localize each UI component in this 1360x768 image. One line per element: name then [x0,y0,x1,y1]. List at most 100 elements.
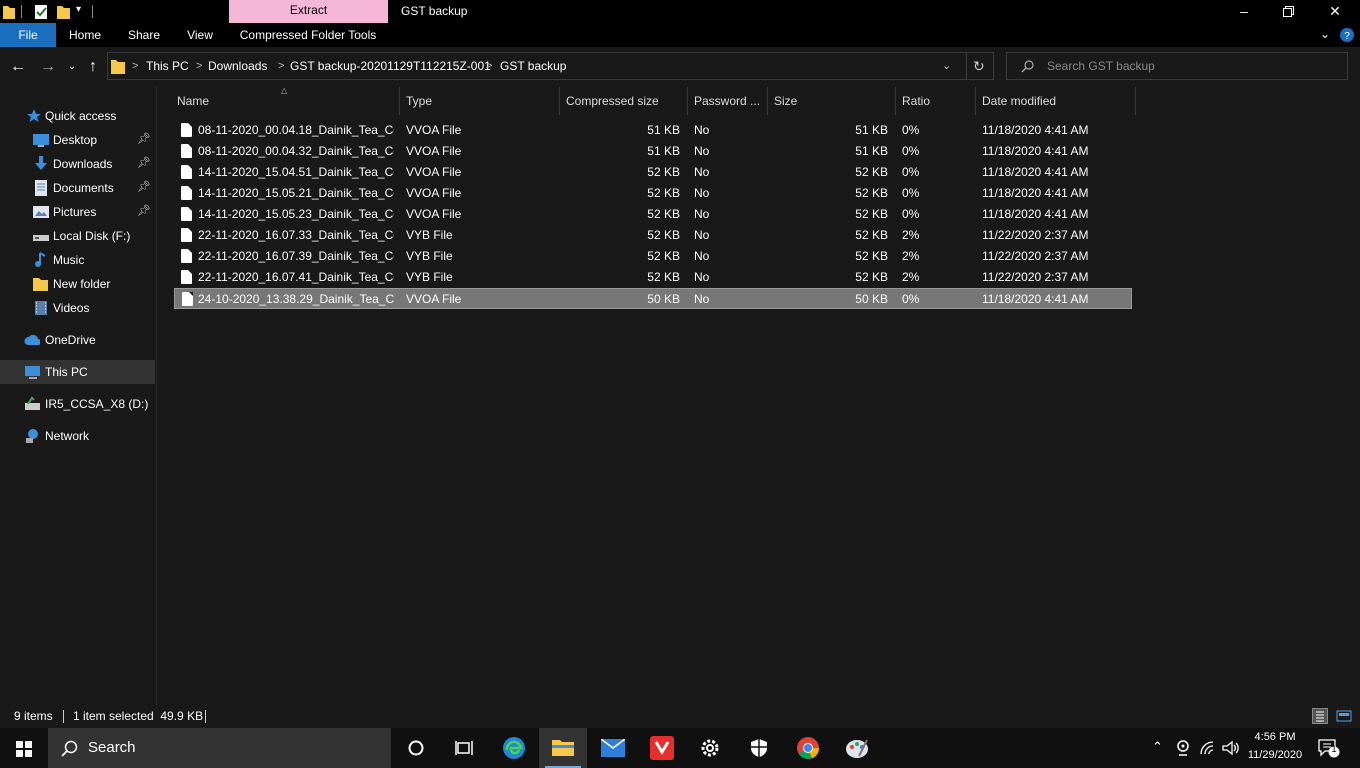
file-row-selected[interactable]: 24-10-2020_13.38.29_Dainik_Tea_Co... VVO… [174,288,1132,309]
cortana-button[interactable] [392,728,440,768]
nav-label: IR5_CCSA_X8 (D:) [45,397,149,411]
column-ratio[interactable]: Ratio [895,87,976,115]
file-ratio: 2% [902,270,920,284]
tab-file[interactable]: File [0,23,56,47]
file-row[interactable]: 14-11-2020_15.05.21_Dainik_Tea_Co... VVO… [174,183,1132,204]
breadcrumb-downloads[interactable]: Downloads [208,53,267,79]
nav-drive-d[interactable]: IR5_CCSA_X8 (D:) [0,392,155,416]
webcam-icon[interactable] [1176,740,1190,756]
column-compressed-size[interactable]: Compressed size [559,87,688,115]
recent-locations-chevron-icon[interactable]: ⌄ [62,57,82,77]
vyapar-app[interactable] [638,728,686,768]
minimize-button[interactable]: – [1221,0,1267,23]
nav-label: This PC [45,365,88,379]
mail-app[interactable] [589,728,637,768]
pin-icon[interactable]: 📌︎ [137,156,151,169]
file-icon [181,270,192,284]
contextual-tab-extract[interactable]: Extract [229,0,388,23]
pin-icon[interactable]: 📌︎ [137,204,151,217]
file-row[interactable]: 08-11-2020_00.04.18_Dainik_Tea_Co... VVO… [174,120,1132,141]
volume-icon[interactable] [1222,740,1240,756]
task-view-button[interactable] [440,728,488,768]
file-row[interactable]: 08-11-2020_00.04.32_Dainik_Tea_Co... VVO… [174,141,1132,162]
nav-item-downloads[interactable]: Downloads 📌︎ [0,152,155,176]
nav-network[interactable]: Network [0,424,155,448]
paint-app[interactable] [833,728,881,768]
file-size: 50 KB [855,292,888,306]
column-name[interactable]: Name [170,87,400,115]
windows-start-icon[interactable] [16,741,32,757]
new-folder-icon[interactable] [57,4,70,19]
nav-item-desktop[interactable]: Desktop 📌︎ [0,128,155,152]
restore-button[interactable] [1266,0,1312,23]
column-password[interactable]: Password ... [687,87,768,115]
nav-item-new-folder[interactable]: New folder [0,272,155,296]
forward-button[interactable]: → [38,57,58,77]
breadcrumb-gst-backup-archive[interactable]: GST backup-20201129T112215Z-001 [290,53,491,79]
tab-home[interactable]: Home [62,23,108,47]
chevron-down-icon[interactable]: ⌄ [1320,27,1330,41]
address-bar[interactable]: > This PC > Downloads > GST backup-20201… [107,52,994,80]
chrome-app[interactable] [784,728,832,768]
search-placeholder[interactable]: Search GST backup [1047,53,1155,79]
column-size[interactable]: Size [767,87,896,115]
breadcrumb-separator[interactable]: > [132,53,138,79]
file-name: 22-11-2020_16.07.33_Dainik_Tea_Co... [198,228,394,242]
nav-item-videos[interactable]: Videos [0,296,155,320]
file-explorer-app[interactable] [539,728,587,768]
breadcrumb-separator[interactable]: > [196,53,202,79]
nav-onedrive[interactable]: OneDrive [0,328,155,352]
address-dropdown-chevron-icon[interactable]: ⌄ [942,53,951,79]
file-row[interactable]: 14-11-2020_15.05.23_Dainik_Tea_Co... VVO… [174,204,1132,225]
file-row[interactable]: 22-11-2020_16.07.39_Dainik_Tea_Co... VYB… [174,246,1132,267]
clock-date[interactable]: 11/29/2020 [1244,749,1306,761]
nav-item-pictures[interactable]: Pictures 📌︎ [0,200,155,224]
task-view-icon [455,741,473,755]
close-button[interactable]: ✕ [1312,0,1358,23]
nav-quick-access[interactable]: Quick access [0,104,155,128]
search-box[interactable]: Search GST backup [1006,52,1348,80]
breadcrumb-separator[interactable]: > [486,53,492,79]
taskbar-search-box[interactable]: Search [48,728,391,768]
folder-icon[interactable] [3,4,15,19]
column-date-modified[interactable]: Date modified [975,87,1136,115]
cortana-icon [408,740,424,756]
details-view-button[interactable] [1312,708,1328,724]
window-title: GST backup [401,4,468,18]
breadcrumb-gst-backup[interactable]: GST backup [500,53,566,79]
tab-compressed-folder-tools[interactable]: Compressed Folder Tools [234,23,382,47]
show-hidden-icons-chevron-icon[interactable]: ⌃ [1152,739,1163,755]
breadcrumb-separator[interactable]: > [278,53,284,79]
nav-item-local-disk-f[interactable]: Local Disk (F:) [0,224,155,248]
item-count: 9 items [14,709,53,723]
nav-item-music[interactable]: Music [0,248,155,272]
large-icons-view-button[interactable] [1336,709,1352,723]
nav-item-documents[interactable]: Documents 📌︎ [0,176,155,200]
tab-view[interactable]: View [180,23,220,47]
customize-qat-icon[interactable]: ▾ [76,4,81,15]
column-type[interactable]: Type [399,87,560,115]
wifi-icon[interactable] [1199,740,1215,756]
file-row[interactable]: 14-11-2020_15.04.51_Dainik_Tea_Co... VVO… [174,162,1132,183]
breadcrumb-this-pc[interactable]: This PC [146,53,189,79]
file-row[interactable]: 22-11-2020_16.07.41_Dainik_Tea_Co... VYB… [174,267,1132,288]
refresh-icon[interactable]: ↻ [973,53,985,79]
file-icon [181,165,192,179]
properties-icon[interactable] [35,4,48,19]
settings-app[interactable] [686,728,734,768]
tab-share[interactable]: Share [122,23,166,47]
title-bar: ▾ Extract GST backup – ✕ [0,0,1360,23]
action-center-button[interactable]: 1 [1318,738,1340,758]
file-row[interactable]: 22-11-2020_16.07.33_Dainik_Tea_Co... VYB… [174,225,1132,246]
help-icon[interactable]: ? [1340,28,1354,42]
pin-icon[interactable]: 📌︎ [137,180,151,193]
security-app[interactable] [735,728,783,768]
pin-icon[interactable]: 📌︎ [137,132,151,145]
back-button[interactable]: ← [8,57,28,77]
clock-time[interactable]: 4:56 PM [1246,731,1304,743]
nav-this-pc[interactable]: This PC [0,360,155,384]
up-button[interactable]: ↑ [83,57,103,77]
file-type: VYB File [406,228,453,242]
edge-app[interactable] [490,728,538,768]
file-date: 11/18/2020 4:41 AM [982,165,1089,179]
